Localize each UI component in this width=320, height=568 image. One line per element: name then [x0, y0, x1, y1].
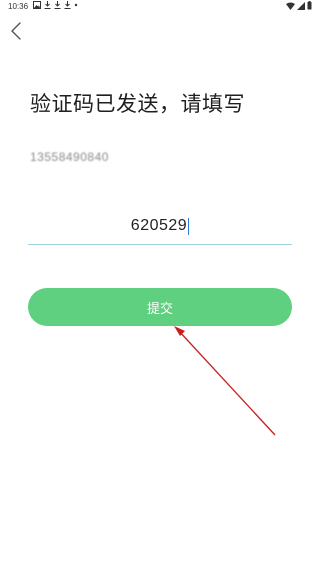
- battery-icon: [307, 1, 312, 12]
- gallery-icon: [33, 1, 41, 12]
- dot-icon: [74, 1, 78, 12]
- verification-code-value: 620529: [130, 217, 188, 234]
- chevron-left-icon: [10, 22, 22, 44]
- status-bar: 10:36: [0, 0, 320, 14]
- phone-number: 13558490840: [30, 150, 109, 164]
- status-system-icons: [286, 1, 312, 12]
- annotation-arrow: [174, 326, 276, 436]
- verification-code-input[interactable]: 620529: [28, 208, 292, 245]
- text-cursor: [188, 217, 190, 235]
- download-icon: [64, 1, 71, 12]
- signal-icon: [297, 1, 305, 12]
- download-icon: [54, 1, 61, 12]
- page-title: 验证码已发送，请填写: [30, 92, 245, 116]
- status-time: 10:36: [8, 2, 29, 11]
- submit-button-label: 提交: [146, 301, 173, 317]
- download-icon: [44, 1, 51, 12]
- wifi-icon: [286, 2, 295, 12]
- status-notification-icons: [33, 1, 78, 12]
- back-button[interactable]: [6, 22, 26, 44]
- submit-button[interactable]: 提交: [28, 288, 292, 326]
